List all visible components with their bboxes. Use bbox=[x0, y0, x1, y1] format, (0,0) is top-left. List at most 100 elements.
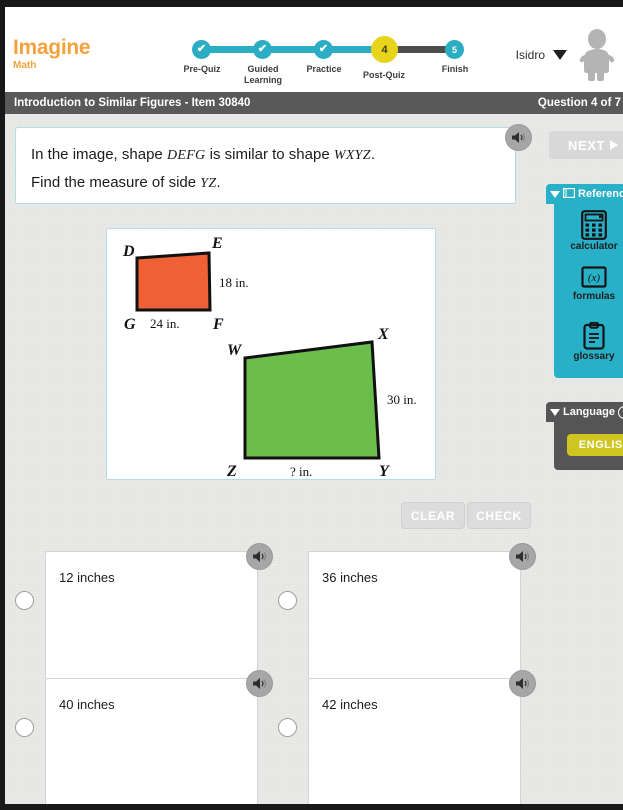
window-top-edge bbox=[0, 0, 623, 7]
similar-figures-diagram: D E F G 18 in. 24 in. W X Y Z 30 in. ? i… bbox=[122, 235, 417, 477]
window-left-edge bbox=[0, 0, 5, 810]
answer-choice-1[interactable]: 36 inches bbox=[308, 551, 521, 680]
prompt-shape-defg: DEFG bbox=[166, 148, 206, 163]
vertex-label-e: E bbox=[211, 235, 223, 252]
formulas-icon: (x) bbox=[554, 266, 623, 290]
reference-panel-header[interactable]: Reference bbox=[546, 184, 623, 204]
prompt-shape-wxyz: WXYZ bbox=[333, 148, 371, 163]
next-button-label: NEXT bbox=[567, 137, 606, 153]
clear-button[interactable]: CLEAR bbox=[401, 502, 465, 529]
check-button[interactable]: CHECK bbox=[467, 502, 531, 529]
lesson-progress-bar: ✔ ✔ ✔ 4 5 Pre-Quiz Guided Learning Pract… bbox=[183, 36, 473, 89]
brand-subtitle: Math bbox=[13, 60, 37, 71]
lesson-title: Introduction to Similar Figures - Item 3… bbox=[14, 97, 251, 109]
figure-container: D E F G 18 in. 24 in. W X Y Z 30 in. ? i… bbox=[106, 228, 436, 480]
answer-choice-2[interactable]: 40 inches bbox=[45, 678, 258, 807]
progress-label-guided-learning: Guided Learning bbox=[228, 64, 298, 86]
vertex-label-x: X bbox=[377, 326, 389, 343]
prompt-line1-part-c: . bbox=[370, 146, 376, 163]
progress-step-pre-quiz[interactable]: ✔ bbox=[192, 40, 211, 59]
dimension-zy: ? in. bbox=[290, 464, 312, 477]
vertex-label-d: D bbox=[122, 243, 135, 260]
reference-item-label: calculator bbox=[570, 241, 618, 252]
chevron-down-icon bbox=[550, 190, 560, 198]
language-panel-header[interactable]: Language bbox=[546, 402, 623, 422]
svg-text:(x): (x) bbox=[588, 272, 601, 284]
answer-choice-label: 36 inches bbox=[322, 570, 378, 585]
progress-label-line2: Learning bbox=[243, 75, 282, 85]
answer-radio-1[interactable] bbox=[278, 591, 297, 610]
user-menu[interactable]: Isidro bbox=[516, 29, 615, 81]
reference-item-glossary[interactable]: glossary bbox=[554, 322, 623, 362]
reference-item-calculator[interactable]: calculator bbox=[554, 210, 623, 252]
reference-book-icon bbox=[563, 187, 576, 201]
speaker-icon-prompt[interactable] bbox=[505, 124, 532, 151]
next-button[interactable]: NEXT bbox=[549, 131, 623, 159]
progress-step-post-quiz[interactable]: 4 bbox=[371, 36, 398, 63]
reference-item-label: glossary bbox=[573, 351, 615, 362]
clipboard-icon bbox=[554, 322, 623, 350]
brand-logo[interactable]: Imagine Math bbox=[13, 36, 91, 71]
speaker-icon-answer-3[interactable] bbox=[509, 670, 536, 697]
user-name: Isidro bbox=[515, 48, 545, 62]
prompt-line2-part-a: Find the measure of side bbox=[31, 174, 201, 191]
progress-step-number: 5 bbox=[451, 44, 457, 55]
check-icon: ✔ bbox=[257, 43, 268, 55]
vertex-label-w: W bbox=[227, 342, 243, 359]
app-header: Imagine Math ✔ ✔ ✔ 4 5 Pre-Quiz Guided L… bbox=[5, 7, 623, 92]
chevron-down-icon bbox=[553, 50, 567, 60]
answer-radio-2[interactable] bbox=[15, 718, 34, 737]
dimension-ef: 18 in. bbox=[219, 275, 249, 290]
app-root: Imagine Math ✔ ✔ ✔ 4 5 Pre-Quiz Guided L… bbox=[0, 0, 623, 810]
answer-choice-0[interactable]: 12 inches bbox=[45, 551, 258, 680]
answer-choice-label: 40 inches bbox=[59, 697, 115, 712]
progress-step-number: 4 bbox=[381, 43, 388, 56]
vertex-label-z: Z bbox=[226, 463, 237, 477]
answer-choice-3[interactable]: 42 inches bbox=[308, 678, 521, 807]
brand-name: Imagine bbox=[13, 36, 91, 59]
play-triangle-icon bbox=[610, 140, 619, 150]
prompt-side-yz: YZ bbox=[200, 176, 217, 191]
answer-radio-3[interactable] bbox=[278, 718, 297, 737]
dimension-gf: 24 in. bbox=[150, 316, 180, 331]
language-panel-label: Language bbox=[563, 406, 615, 418]
calculator-icon bbox=[554, 210, 623, 240]
question-counter: Question 4 of 7 bbox=[537, 97, 621, 109]
progress-step-practice[interactable]: ✔ bbox=[314, 40, 333, 59]
progress-label-finish: Finish bbox=[441, 64, 469, 74]
user-avatar-icon[interactable] bbox=[575, 29, 615, 81]
progress-step-guided-learning[interactable]: ✔ bbox=[253, 40, 272, 59]
speaker-icon-answer-2[interactable] bbox=[246, 670, 273, 697]
answer-choice-label: 42 inches bbox=[322, 697, 378, 712]
prompt-line1-part-a: In the image, shape bbox=[31, 146, 167, 163]
speaker-icon-answer-0[interactable] bbox=[246, 543, 273, 570]
shape-defg bbox=[135, 251, 212, 312]
prompt-line1-part-b: is similar to shape bbox=[205, 146, 334, 163]
dimension-xy: 30 in. bbox=[387, 392, 417, 407]
reference-panel-label: Reference bbox=[578, 188, 623, 200]
vertex-label-g: G bbox=[124, 316, 136, 333]
reference-item-label: formulas bbox=[572, 291, 616, 302]
progress-label-line1: Guided bbox=[247, 64, 279, 74]
question-prompt-text: In the image, shape DEFG is similar to s… bbox=[31, 141, 501, 197]
speaker-icon-answer-1[interactable] bbox=[509, 543, 536, 570]
progress-label-post-quiz: Post-Quiz bbox=[363, 70, 405, 80]
chevron-down-icon bbox=[550, 408, 560, 416]
prompt-line2-part-b: . bbox=[216, 174, 221, 191]
reference-panel: Reference calculato bbox=[546, 184, 623, 378]
globe-icon bbox=[617, 405, 623, 419]
shape-wxyz bbox=[243, 340, 381, 460]
window-bottom-edge bbox=[0, 804, 623, 810]
progress-step-finish[interactable]: 5 bbox=[445, 40, 464, 59]
answer-radio-0[interactable] bbox=[15, 591, 34, 610]
vertex-label-f: F bbox=[212, 316, 224, 333]
progress-fill bbox=[201, 46, 393, 53]
check-icon: ✔ bbox=[318, 43, 329, 55]
vertex-label-y: Y bbox=[379, 463, 390, 477]
language-selected-button[interactable]: ENGLISH bbox=[567, 434, 623, 456]
progress-label-pre-quiz: Pre-Quiz bbox=[183, 64, 221, 74]
language-panel: Language ENGLISH bbox=[546, 402, 623, 470]
lesson-title-bar: Introduction to Similar Figures - Item 3… bbox=[5, 92, 623, 114]
check-icon: ✔ bbox=[196, 43, 207, 55]
reference-item-formulas[interactable]: (x) formulas bbox=[554, 266, 623, 302]
